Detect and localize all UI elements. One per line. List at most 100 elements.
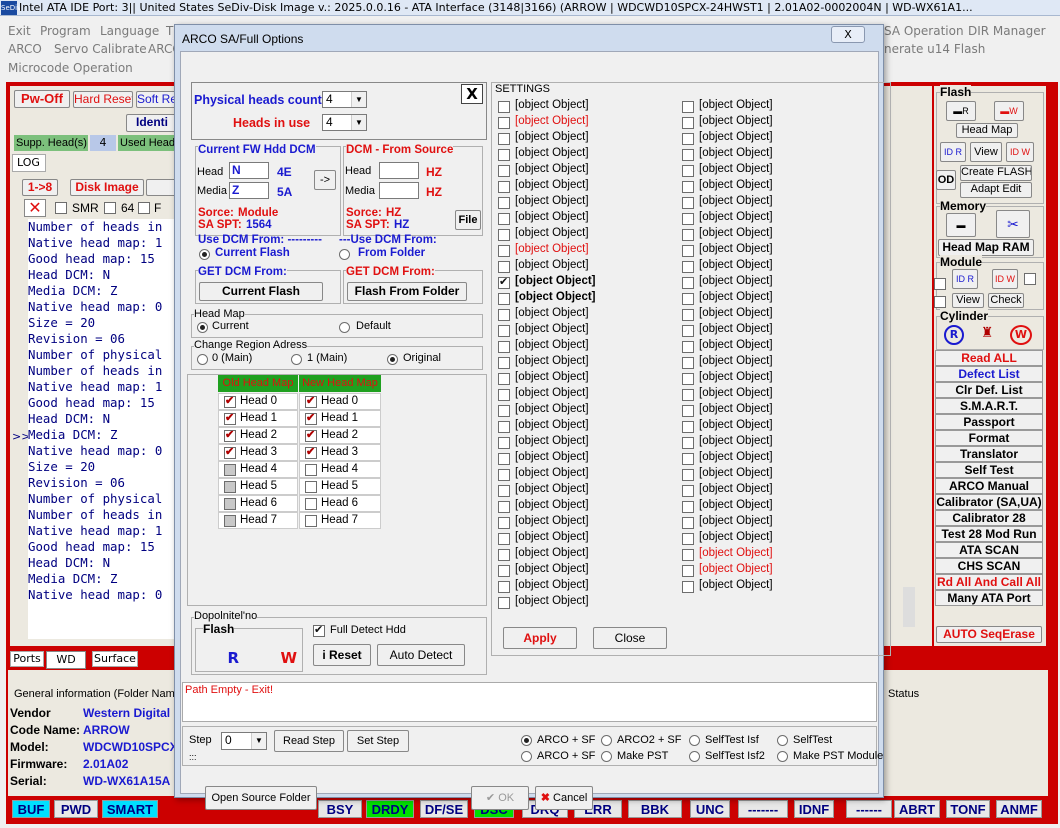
module-checkbox-3[interactable] [934, 296, 946, 308]
head-map-default-radio[interactable] [339, 322, 350, 333]
mode-radio[interactable] [601, 735, 612, 746]
mode-radio[interactable] [777, 735, 788, 746]
setting-checkbox[interactable] [682, 357, 694, 369]
adapt-edit-button[interactable]: Adapt Edit [960, 182, 1032, 198]
head-checkbox[interactable] [224, 428, 236, 442]
cylinder-write-icon[interactable]: W [1010, 325, 1032, 345]
menu-servo-calibrate[interactable]: Servo Calibrate [54, 42, 147, 56]
id-read-icon[interactable]: ID R [940, 142, 966, 162]
i-reset-button[interactable]: i Reset [313, 644, 371, 666]
setting-checkbox[interactable] [682, 325, 694, 337]
setting-checkbox[interactable] [682, 421, 694, 433]
head-map-ram-button[interactable]: Head Map RAM [938, 239, 1034, 256]
setting-checkbox[interactable] [682, 341, 694, 353]
tool-button[interactable]: Clr Def. List [935, 382, 1043, 398]
open-source-folder-button[interactable]: Open Source Folder [205, 786, 317, 810]
auto-seq-erase-button[interactable]: AUTO SeqErase [936, 626, 1042, 643]
setting-checkbox[interactable] [498, 517, 510, 529]
head-checkbox[interactable] [305, 445, 317, 459]
setting-checkbox[interactable] [498, 533, 510, 545]
setting-checkbox[interactable] [498, 581, 510, 593]
head-checkbox[interactable] [305, 481, 317, 493]
module-read-icon[interactable]: ID R [952, 269, 978, 289]
new-head-map-row[interactable]: Head 3 [299, 444, 381, 461]
setting-checkbox[interactable] [498, 597, 510, 609]
new-head-map-row[interactable]: Head 0 [299, 393, 381, 410]
setting-checkbox[interactable] [498, 389, 510, 401]
read-step-button[interactable]: Read Step [274, 730, 344, 752]
region-original-radio[interactable] [387, 354, 398, 365]
setting-checkbox[interactable] [682, 373, 694, 385]
setting-checkbox[interactable] [498, 149, 510, 161]
old-head-map-row[interactable]: Head 3 [218, 444, 298, 461]
menu-language[interactable]: Language [100, 24, 159, 38]
region-0-radio[interactable] [197, 354, 208, 365]
old-head-map-row[interactable]: Head 7 [218, 512, 298, 529]
heads-in-use-select[interactable]: 4 ▼ [322, 114, 367, 131]
setting-checkbox[interactable] [498, 181, 510, 193]
tool-button[interactable]: ARCO Manual [935, 478, 1043, 494]
tab-log[interactable]: LOG [12, 154, 46, 172]
module-checkbox-1[interactable] [1024, 273, 1036, 285]
fw-media-input[interactable]: Z [229, 182, 269, 199]
dialog-close-button[interactable]: X [831, 26, 865, 43]
tool-button[interactable]: Passport [935, 414, 1043, 430]
tool-button[interactable]: Format [935, 430, 1043, 446]
mode-radio[interactable] [601, 751, 612, 762]
physical-heads-select[interactable]: 4 ▼ [322, 91, 367, 108]
new-head-map-row[interactable]: Head 7 [299, 512, 381, 529]
setting-checkbox[interactable] [682, 389, 694, 401]
setting-checkbox[interactable] [682, 469, 694, 481]
set-step-button[interactable]: Set Step [347, 730, 409, 752]
setting-checkbox[interactable] [498, 133, 510, 145]
setting-checkbox[interactable] [498, 101, 510, 113]
create-flash-button[interactable]: Create FLASH [960, 165, 1032, 181]
module-checkbox-2[interactable] [934, 278, 946, 290]
head-checkbox[interactable] [305, 394, 317, 408]
setting-checkbox[interactable] [682, 517, 694, 529]
tool-button[interactable]: Calibrator 28 [935, 510, 1043, 526]
new-head-map-row[interactable]: Head 4 [299, 461, 381, 478]
old-head-map-row[interactable]: Head 4 [218, 461, 298, 478]
id-write-icon[interactable]: ID W [1006, 142, 1034, 162]
setting-checkbox[interactable] [498, 293, 510, 305]
old-head-map-row[interactable]: Head 1 [218, 410, 298, 427]
new-head-map-row[interactable]: Head 2 [299, 427, 381, 444]
one-to-eight-button[interactable]: 1->8 [22, 179, 58, 196]
current-flash-button[interactable]: Current Flash [199, 282, 323, 301]
od-button[interactable]: OD [936, 170, 956, 190]
tool-button[interactable]: Many ATA Port [935, 590, 1043, 606]
setting-checkbox[interactable] [498, 165, 510, 177]
menu-generate-u14-flash[interactable]: nerate u14 Flash [884, 42, 985, 56]
setting-checkbox[interactable] [682, 533, 694, 545]
memory-chip-icon[interactable]: ▬ [946, 213, 976, 237]
tool-button[interactable]: Translator [935, 446, 1043, 462]
setting-checkbox[interactable] [498, 437, 510, 449]
setting-checkbox[interactable] [682, 165, 694, 177]
setting-checkbox[interactable] [498, 565, 510, 577]
setting-checkbox[interactable] [498, 261, 510, 273]
menu-exit[interactable]: Exit [8, 24, 31, 38]
full-detect-checkbox[interactable] [313, 623, 325, 637]
clear-log-icon[interactable]: ✕ [24, 199, 46, 217]
head-checkbox[interactable] [224, 411, 236, 425]
old-head-map-row[interactable]: Head 5 [218, 478, 298, 495]
tool-button[interactable]: Defect List [935, 366, 1043, 382]
new-head-map-row[interactable]: Head 1 [299, 410, 381, 427]
setting-checkbox[interactable] [498, 213, 510, 225]
head-checkbox[interactable] [305, 515, 317, 527]
menu-arco[interactable]: ARCO [8, 42, 42, 56]
cancel-button[interactable]: ✖ Cancel [535, 786, 593, 810]
menu-dir-manager[interactable]: DIR Manager [968, 24, 1046, 38]
setting-checkbox[interactable] [682, 197, 694, 209]
region-1-radio[interactable] [291, 354, 302, 365]
src-head-input[interactable] [379, 162, 419, 179]
setting-checkbox[interactable] [682, 501, 694, 513]
close-button[interactable]: Close [593, 627, 667, 649]
setting-checkbox[interactable] [682, 213, 694, 225]
module-write-icon[interactable]: ID W [992, 269, 1018, 289]
soft-reset-button[interactable]: Soft Re [136, 91, 176, 108]
module-view-button[interactable]: View [952, 293, 984, 308]
setting-checkbox[interactable] [682, 277, 694, 289]
tool-button[interactable]: S.M.A.R.T. [935, 398, 1043, 414]
